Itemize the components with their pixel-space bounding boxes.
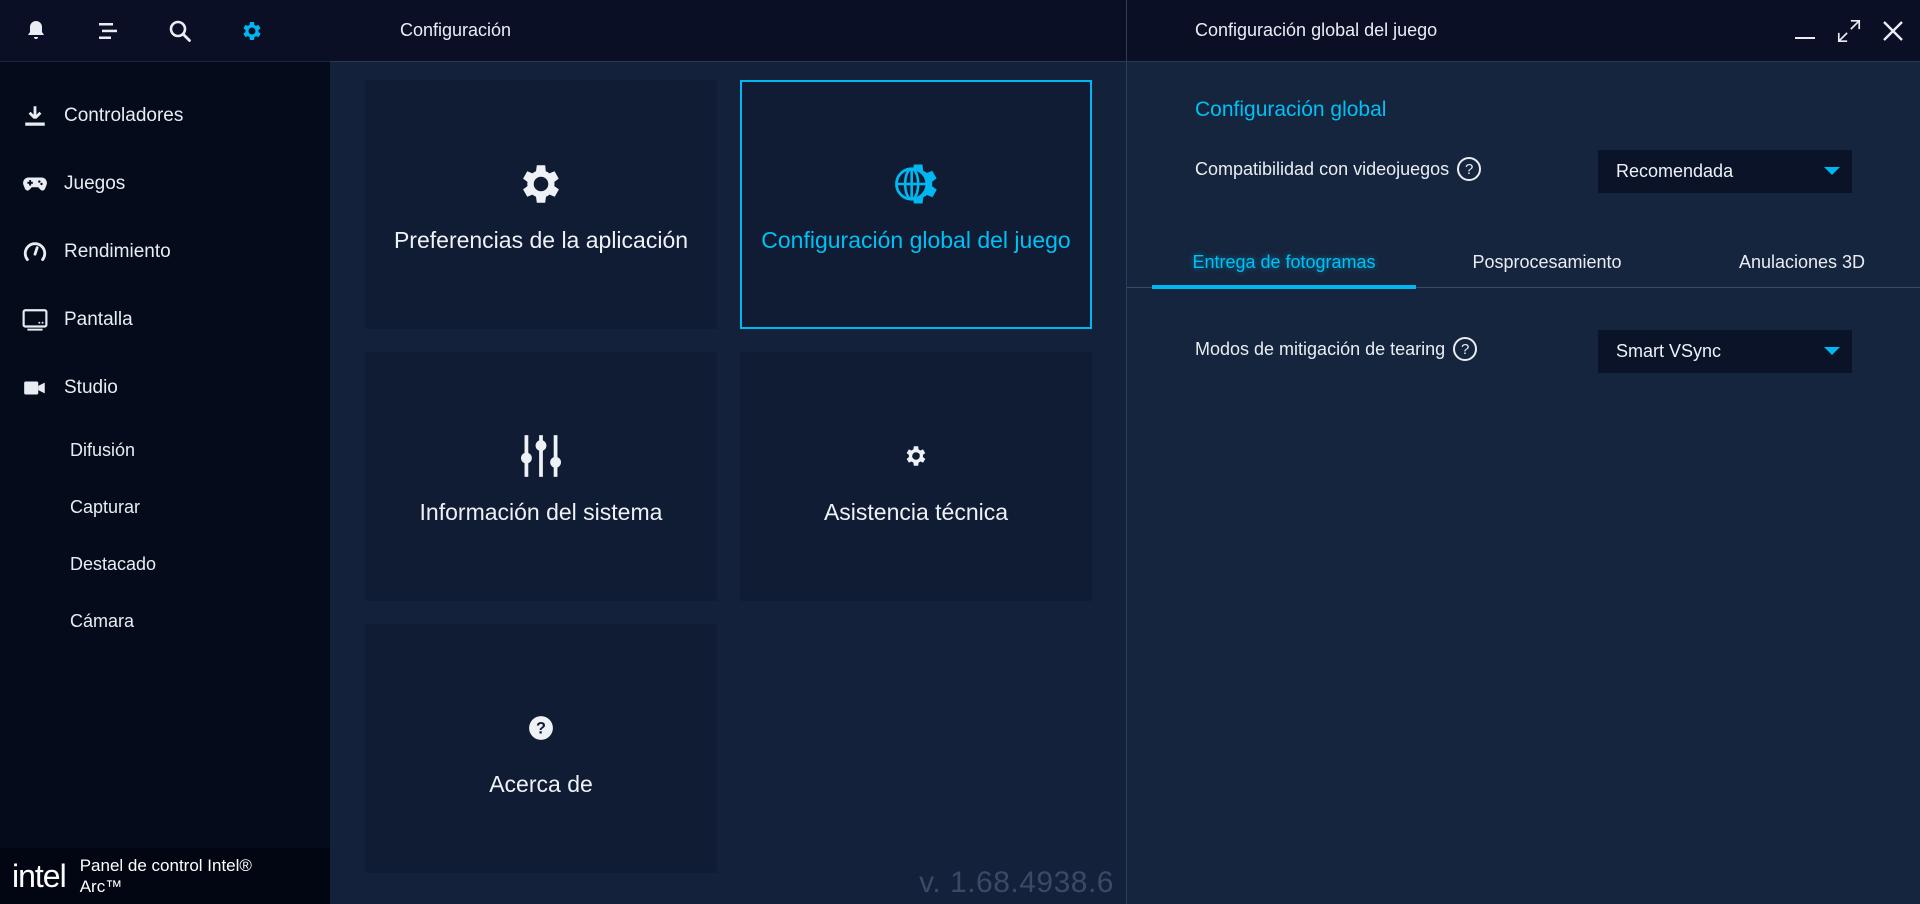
tearing-value: Smart VSync [1616,341,1722,361]
nav-label: Studio [64,377,118,398]
tile-label: Asistencia técnica [823,499,1009,525]
nav-label: Controladores [64,105,184,126]
sliders-icon [516,427,566,485]
tearing-dropdown[interactable]: Smart VSync [1598,330,1852,373]
search-icon[interactable] [144,0,216,62]
close-icon[interactable] [1880,14,1906,48]
top-icon-bar [0,0,330,62]
sub-item-camara[interactable]: Cámara [0,593,330,650]
tab-frame-delivery[interactable]: Entrega de fotogramas [1152,236,1416,289]
compat-label: Compatibilidad con videojuegos [1195,158,1450,179]
gauge-icon [20,237,50,267]
chevron-down-icon [1824,167,1840,175]
bell-icon[interactable] [0,0,72,62]
sub-item-destacado[interactable]: Destacado [0,536,330,593]
nav-label: Juegos [64,173,126,194]
monitor-icon [20,305,50,335]
help-icon[interactable]: ? [1453,337,1478,361]
tile-tech-support[interactable]: Asistencia técnica [740,352,1092,601]
chevron-down-icon [1824,347,1840,355]
nav-label: Pantalla [64,309,133,330]
sub-item-capturar[interactable]: Capturar [0,479,330,536]
tab-postprocessing[interactable]: Posprocesamiento [1447,236,1647,288]
nav-item-pantalla[interactable]: Pantalla [0,286,330,354]
tile-label: Acerca de [489,771,593,797]
tile-label: Información del sistema [419,499,663,525]
minimize-icon[interactable] [1792,14,1818,48]
tearing-row-label: Modos de mitigación de tearing ? [1195,337,1478,361]
tab-3d-overrides[interactable]: Anulaciones 3D [1707,236,1897,288]
brand-text: Panel de control Intel® Arc™ [79,856,252,896]
panel-header: Configuración global del juego [1127,0,1920,62]
compat-dropdown[interactable]: Recomendada [1598,150,1852,193]
nav-label: Rendimiento [64,241,171,262]
window-controls [1792,14,1906,48]
global-game-settings-panel: Configuración global del juego Configura… [1126,0,1920,904]
camera-icon [20,373,50,403]
tile-global-game-settings[interactable]: Configuración global del juego [740,80,1092,329]
globe-gear-icon [890,155,942,213]
question-icon: ? [528,699,554,757]
nav-item-rendimiento[interactable]: Rendimiento [0,218,330,286]
version-label: v. 1.68.4938.6 [919,866,1114,899]
tile-label: Configuración global del juego [761,227,1071,253]
nav-item-juegos[interactable]: Juegos [0,150,330,218]
small-gear-icon [903,427,929,485]
gear-icon [516,155,566,213]
expand-icon[interactable] [1836,14,1862,48]
tile-about[interactable]: ? Acerca de [365,624,717,873]
svg-text:?: ? [536,719,546,737]
gamepad-icon [20,169,50,199]
settings-panel: Configuración Preferencias de la aplicac… [330,0,1126,904]
nav-item-studio[interactable]: Studio [0,354,330,422]
page-title: Configuración [330,0,1126,62]
tile-label: Preferencias de la aplicación [393,227,689,253]
brand-footer: intel Panel de control Intel® Arc™ [0,848,330,904]
list-icon[interactable] [72,0,144,62]
gear-icon[interactable] [216,0,288,62]
tab-bar: Entrega de fotogramas Posprocesamiento A… [1127,236,1920,289]
tile-app-preferences[interactable]: Preferencias de la aplicación [365,80,717,329]
compat-row-label: Compatibilidad con videojuegos ? [1195,157,1482,181]
panel-title: Configuración global del juego [1195,20,1438,40]
nav-item-controladores[interactable]: Controladores [0,82,330,150]
tile-system-info[interactable]: Información del sistema [365,352,717,601]
help-icon[interactable]: ? [1457,157,1482,181]
sidebar: Controladores Juegos Rendimiento Pantall… [0,0,330,904]
download-icon [20,101,50,131]
tearing-label: Modos de mitigación de tearing [1195,338,1446,359]
compat-value: Recomendada [1616,161,1734,181]
sub-item-difusion[interactable]: Difusión [0,422,330,479]
section-title: Configuración global [1195,98,1387,121]
intel-logo: intel [12,857,67,894]
main-nav: Controladores Juegos Rendimiento Pantall… [0,62,330,650]
